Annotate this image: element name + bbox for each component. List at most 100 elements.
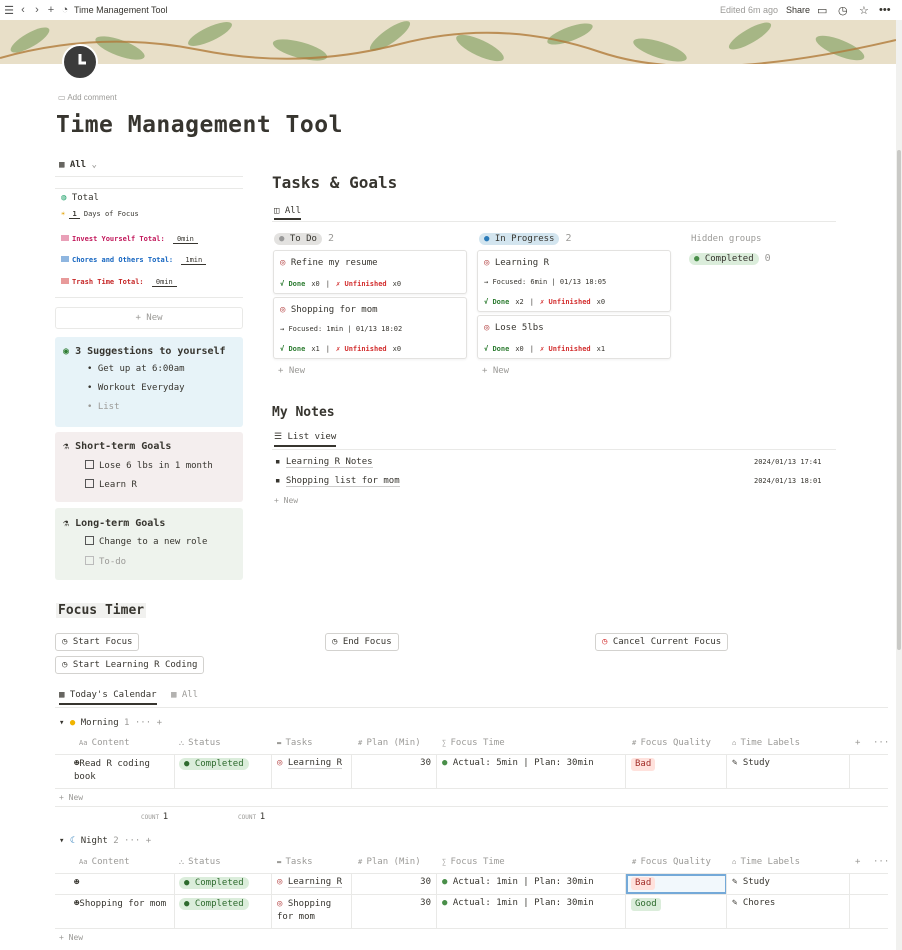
completed-group[interactable]: ● Completed 0 [689, 253, 771, 265]
task-card[interactable]: ◎ Learning R → Focused: 6min | 01/13 18:… [477, 250, 671, 312]
more-icon[interactable]: ··· [873, 738, 889, 748]
page-icon-clock[interactable] [62, 44, 98, 80]
task-cell[interactable]: ◎ Shopping for mom [277, 898, 349, 924]
task-cell[interactable]: ◎ Learning R [277, 758, 343, 769]
status-cell[interactable]: ● Completed [179, 877, 249, 889]
star-icon[interactable]: ☆ [859, 4, 869, 17]
task-card[interactable]: ◎ Refine my resume √ Done x0 | ✗ Unfinis… [273, 250, 467, 294]
new-total-button[interactable]: + New [55, 307, 243, 329]
column-header-status[interactable]: ⛬ Status [179, 738, 221, 748]
more-icon[interactable]: ••• [879, 4, 891, 16]
column-header-focus-time[interactable]: ∑ Focus Time [442, 857, 505, 867]
focus-time-cell[interactable]: ● Actual: 5min | Plan: 30min [442, 758, 594, 768]
quality-cell[interactable]: Good [631, 898, 661, 911]
more-icon[interactable]: ··· [135, 718, 151, 728]
scrollbar[interactable] [896, 20, 902, 950]
column-header-time-labels[interactable]: ⌂ Time Labels [732, 738, 800, 748]
column-header-tasks[interactable]: ▬ Tasks [277, 857, 313, 867]
focus-timer-title: Focus Timer [56, 603, 147, 618]
tab-todays-calendar[interactable]: ▦ Today's Calendar [59, 690, 157, 705]
morning-group-header[interactable]: ▾ ● Morning 1 ··· + [59, 718, 162, 728]
quality-cell[interactable]: Bad [631, 877, 656, 890]
column-header-content[interactable]: Aa Content [79, 857, 130, 867]
night-new-button[interactable]: + New [59, 933, 83, 942]
column-header-content[interactable]: Aa Content [79, 738, 130, 748]
add-column-icon[interactable]: + [855, 738, 860, 748]
label-cell[interactable]: ✎ Study [732, 758, 770, 768]
menu-icon[interactable]: ☰ [2, 4, 16, 17]
todo-new-button[interactable]: + New [278, 366, 305, 376]
task-cell[interactable]: ◎ Learning R [277, 877, 343, 888]
suggestion-item[interactable]: • List [87, 402, 120, 412]
morning-new-button[interactable]: + New [59, 793, 83, 802]
column-header-focus-quality[interactable]: # Focus Quality [632, 857, 711, 867]
dot-icon: ● [442, 877, 448, 887]
end-focus-button[interactable]: ◷ End Focus [325, 633, 399, 651]
add-column-icon[interactable]: + [855, 857, 860, 867]
checkbox[interactable] [85, 479, 94, 488]
more-icon[interactable]: ··· [873, 857, 889, 867]
table-header-morning: Aa Content ⛬ Status ▬ Tasks # Plan (Min) ∑ F… [55, 734, 889, 754]
column-header-tasks[interactable]: ▬ Tasks [277, 738, 313, 748]
back-icon[interactable]: ‹ [16, 4, 30, 16]
total-row[interactable]: ◍ Total [61, 193, 99, 203]
plan-cell[interactable]: 30 [352, 898, 431, 908]
column-header-time-labels[interactable]: ⌂ Time Labels [732, 857, 800, 867]
inprogress-group-header[interactable]: ● In Progress 2 [479, 233, 572, 245]
notes-tab-list[interactable]: ☰ List view [274, 432, 337, 447]
more-icon[interactable]: ··· [124, 836, 140, 846]
notes-new-button[interactable]: + New [274, 496, 298, 505]
task-card[interactable]: ◎ Shopping for mom → Focused: 1min | 01/… [273, 297, 467, 359]
column-header-plan[interactable]: # Plan (Min) [358, 738, 421, 748]
content-cell[interactable]: ☻Shopping for mom [74, 898, 169, 911]
inprogress-new-button[interactable]: + New [482, 366, 509, 376]
short-goal-item[interactable]: Learn R [85, 479, 137, 490]
start-focus-button[interactable]: ◷ Start Focus [55, 633, 140, 651]
plan-cell[interactable]: 30 [352, 877, 431, 887]
breadcrumb-title[interactable]: Time Management Tool [74, 5, 168, 15]
toggle-icon: ▾ [59, 718, 65, 728]
note-item[interactable]: ▪ Learning R Notes [275, 457, 373, 468]
status-cell[interactable]: ● Completed [179, 758, 249, 770]
column-header-focus-quality[interactable]: # Focus Quality [632, 738, 711, 748]
tasks-tab-all[interactable]: ◫ All [274, 206, 302, 220]
label-cell[interactable]: ✎ Study [732, 877, 770, 887]
label-cell[interactable]: ✎ Chores [732, 898, 775, 908]
sidebar-view-tab[interactable]: ▦ All ⌄ [59, 160, 97, 170]
status-cell[interactable]: ● Completed [179, 898, 249, 910]
focus-time-cell[interactable]: ● Actual: 1min | Plan: 30min [442, 898, 594, 908]
plus-icon[interactable]: + [146, 836, 151, 846]
plan-cell[interactable]: 30 [352, 758, 431, 768]
start-learning-r-button[interactable]: ◷ Start Learning R Coding [55, 656, 205, 674]
long-goal-item[interactable]: To-do [85, 556, 126, 567]
scrollbar-thumb[interactable] [897, 150, 901, 650]
plus-icon[interactable]: + [44, 4, 58, 16]
column-header-plan[interactable]: # Plan (Min) [358, 857, 421, 867]
checkbox[interactable] [85, 556, 94, 565]
focus-time-cell[interactable]: ● Actual: 1min | Plan: 30min [442, 877, 594, 887]
plus-icon[interactable]: + [157, 718, 162, 728]
add-comment[interactable]: ▭ Add comment [58, 93, 117, 102]
task-card[interactable]: ◎ Lose 5lbs √ Done x0 | ✗ Unfinished x1 [477, 315, 671, 359]
content-cell[interactable]: ☻Read R coding book [74, 758, 169, 784]
quality-cell[interactable]: Bad [631, 758, 656, 771]
suggestion-item[interactable]: • Get up at 6:00am [87, 364, 185, 374]
content-cell[interactable]: ☻ [74, 878, 79, 888]
short-goal-item[interactable]: Lose 6 lbs in 1 month [85, 460, 213, 471]
night-group-header[interactable]: ▾ ☾ Night 2 ··· + [59, 836, 151, 846]
todo-group-header[interactable]: ● To Do 2 [274, 233, 334, 245]
tab-calendar-all[interactable]: ▦ All [171, 690, 198, 700]
long-goal-item[interactable]: Change to a new role [85, 536, 207, 547]
status-badge: ● Completed [179, 758, 249, 770]
column-header-status[interactable]: ⛬ Status [179, 857, 221, 867]
note-item[interactable]: ▪ Shopping list for mom [275, 476, 400, 487]
cancel-focus-button[interactable]: ◷ Cancel Current Focus [595, 633, 729, 651]
checkbox[interactable] [85, 536, 94, 545]
forward-icon[interactable]: › [30, 4, 44, 16]
history-icon[interactable]: ◷ [838, 4, 848, 17]
checkbox[interactable] [85, 460, 94, 469]
suggestion-item[interactable]: • Workout Everyday [87, 383, 185, 393]
share-button[interactable]: Share [786, 5, 810, 15]
comment-icon[interactable]: ▭ [817, 4, 827, 17]
column-header-focus-time[interactable]: ∑ Focus Time [442, 738, 505, 748]
